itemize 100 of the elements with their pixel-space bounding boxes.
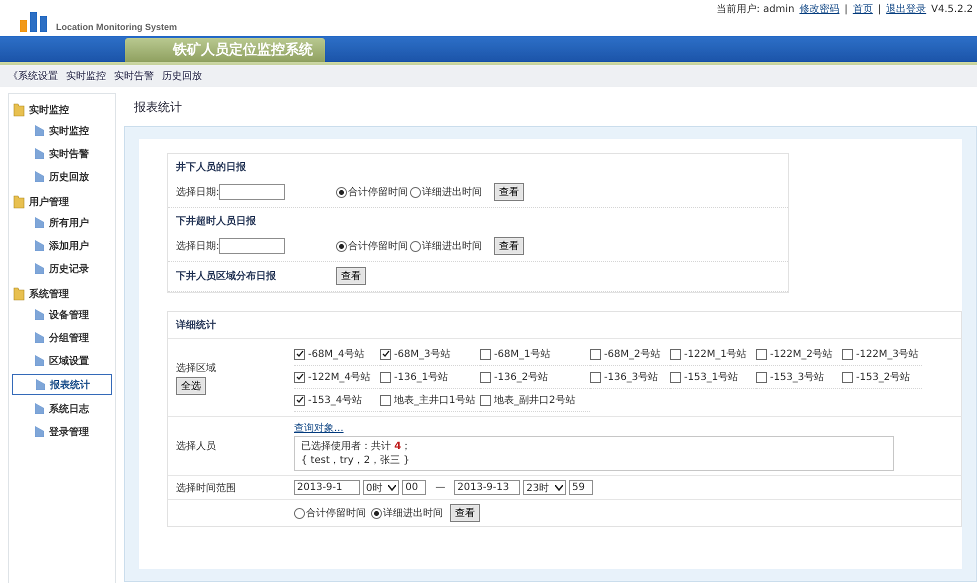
query-link[interactable]: 查询对象... <box>294 423 344 434</box>
view-button[interactable]: 查看 <box>494 237 524 255</box>
sidebar-item[interactable]: 所有用户 <box>12 213 112 232</box>
sidebar-item[interactable]: 登录管理 <box>12 422 112 441</box>
select-all-button[interactable]: 全选 <box>176 376 206 394</box>
page-icon <box>34 262 45 275</box>
nav-link[interactable]: 实时告警 <box>114 69 154 83</box>
date-field[interactable] <box>219 238 286 254</box>
sidebar-item[interactable]: 报表统计 <box>12 374 112 395</box>
sidebar-group[interactable]: 实时监控 <box>9 98 115 121</box>
sidebar-item[interactable]: 分组管理 <box>12 328 112 347</box>
checkbox[interactable] <box>480 348 491 360</box>
report-title: 下井人员区域分布日报 <box>176 270 276 283</box>
sidebar-item[interactable]: 实时告警 <box>12 144 112 163</box>
radio-label: 合计停留时间 <box>348 186 408 199</box>
section-title: 详细统计 <box>174 318 217 333</box>
logo-icon <box>20 12 48 32</box>
radio-button[interactable] <box>294 508 305 518</box>
sidebar-item[interactable]: 添加用户 <box>12 236 112 255</box>
date-field[interactable] <box>219 184 286 200</box>
page-icon <box>34 331 45 344</box>
page-icon <box>34 354 45 367</box>
radio-button[interactable] <box>336 240 347 252</box>
nav-link[interactable]: 历史回放 <box>162 69 202 83</box>
selected-users-box: 已选择使用者：共计 4； { test，try，2，张三 } <box>294 436 894 471</box>
sidebar-item[interactable]: 历史回放 <box>12 167 112 186</box>
sidebar-group[interactable]: 系统管理 <box>9 282 115 305</box>
report-title: 下井超时人员日报 <box>175 214 257 229</box>
checkbox[interactable] <box>480 372 491 382</box>
radio-button[interactable] <box>410 240 421 252</box>
station-label: -136_1号站 <box>394 370 448 384</box>
nav-link[interactable]: 实时监控 <box>66 69 106 83</box>
sidebar-item[interactable]: 实时监控 <box>12 121 112 140</box>
nav-link[interactable]: 《系统设置 <box>8 69 58 83</box>
checkbox[interactable] <box>480 394 491 406</box>
checkbox[interactable] <box>380 348 391 360</box>
page-icon <box>35 378 46 391</box>
area-label: 选择区域 <box>176 362 217 374</box>
radio-button[interactable] <box>336 186 347 198</box>
radio-button[interactable] <box>371 508 382 518</box>
start-date-field[interactable]: 2013-9-1 <box>294 480 360 495</box>
minute-field[interactable]: 59 <box>569 480 594 495</box>
minute-field[interactable]: 00 <box>402 480 426 495</box>
checkbox[interactable] <box>670 372 681 382</box>
station-label: -68M_2号站 <box>604 348 660 361</box>
checkbox[interactable] <box>842 372 853 382</box>
hour-dropdown[interactable]: 0时 <box>363 480 400 495</box>
checkbox[interactable] <box>294 348 305 360</box>
current-user: 当前用户: admin <box>716 2 794 16</box>
header-link[interactable]: 首页 <box>852 2 873 16</box>
caret-icon <box>388 484 396 490</box>
separator: | <box>878 4 882 14</box>
end-date-field[interactable]: 2013-9-13 <box>454 480 520 495</box>
checkbox[interactable] <box>842 348 853 360</box>
hour-dropdown[interactable]: 23时 <box>523 480 566 495</box>
folder-icon <box>13 102 25 116</box>
checkbox[interactable] <box>380 394 391 406</box>
checkbox[interactable] <box>756 348 767 360</box>
view-button[interactable]: 查看 <box>494 183 524 201</box>
checkbox[interactable] <box>590 348 601 360</box>
radio-label: 合计停留时间 <box>306 506 366 520</box>
page-icon <box>34 170 45 183</box>
station-label: -136_3号站 <box>604 370 658 384</box>
radio-label: 详细进出时间 <box>422 186 482 199</box>
range-dash: — <box>435 482 446 493</box>
station-label: -68M_1号站 <box>494 348 550 361</box>
radio-label: 详细进出时间 <box>422 240 482 253</box>
sidebar-item[interactable]: 设备管理 <box>12 305 112 324</box>
date-label: 选择日期: <box>176 240 220 253</box>
checkbox[interactable] <box>670 348 681 360</box>
sidebar-item[interactable]: 区域设置 <box>12 351 112 370</box>
station-label: -68M_4号站 <box>308 348 364 361</box>
page-icon <box>34 124 45 137</box>
sidebar-item[interactable]: 系统日志 <box>12 399 112 418</box>
person-label: 选择人员 <box>176 440 217 453</box>
radio-label: 详细进出时间 <box>383 506 443 520</box>
checkbox[interactable] <box>590 372 601 382</box>
header-link[interactable]: 修改密码 <box>799 2 840 16</box>
checkbox[interactable] <box>294 372 305 382</box>
radio-button[interactable] <box>410 186 421 198</box>
checkbox[interactable] <box>380 372 391 382</box>
time-label: 选择时间范围 <box>176 482 237 494</box>
station-label: -122M_3号站 <box>856 348 919 361</box>
page-icon <box>34 216 45 229</box>
date-label: 选择日期: <box>176 186 220 199</box>
page-title: 报表统计 <box>133 99 183 116</box>
sidebar-item[interactable]: 历史记录 <box>12 259 112 278</box>
header-link[interactable]: 退出登录 <box>886 2 926 16</box>
checkbox[interactable] <box>294 394 305 406</box>
separator: | <box>844 4 848 14</box>
checkbox[interactable] <box>756 372 767 382</box>
station-label: -122M_1号站 <box>684 348 747 361</box>
report-title: 井下人员的日报 <box>175 160 247 175</box>
view-button[interactable]: 查看 <box>450 504 480 522</box>
station-label: 地表_主井口1号站 <box>394 394 476 407</box>
radio-label: 合计停留时间 <box>348 240 408 253</box>
sidebar-group[interactable]: 用户管理 <box>9 190 115 213</box>
view-button[interactable]: 查看 <box>336 267 366 285</box>
station-label: -153_1号站 <box>684 370 738 384</box>
app-name: Location Monitoring System <box>56 22 178 32</box>
